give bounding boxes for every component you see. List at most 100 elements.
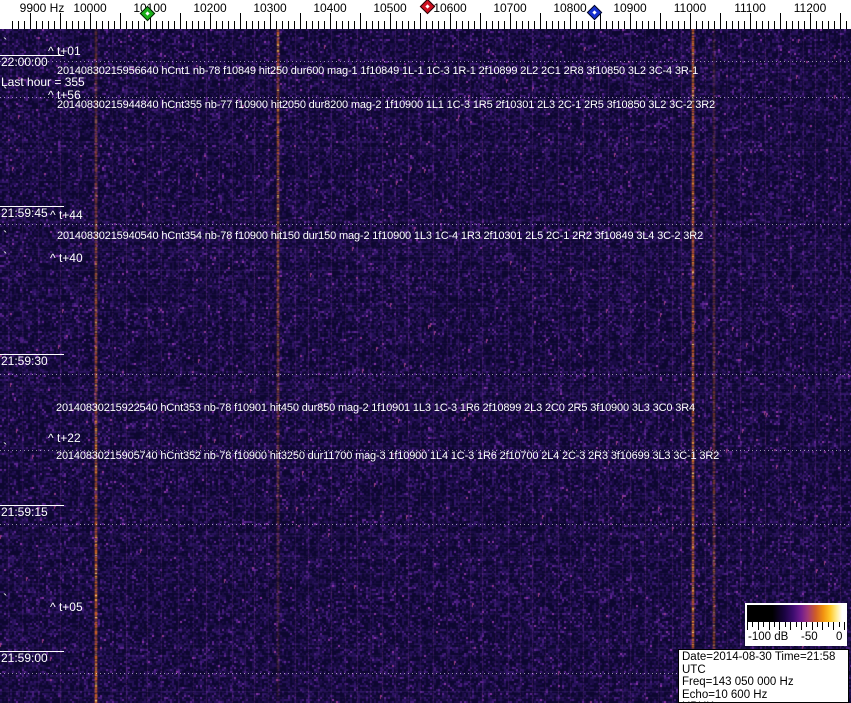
axis-tick bbox=[342, 21, 343, 29]
axis-tick bbox=[768, 21, 769, 29]
axis-tick bbox=[846, 21, 847, 29]
axis-tick bbox=[282, 21, 283, 29]
event-time-marker: ^ t+01 bbox=[48, 44, 81, 58]
axis-tick-label: 11200 bbox=[793, 1, 827, 15]
echo-trace-line bbox=[0, 61, 851, 62]
time-tick: 21:59:00 bbox=[0, 651, 64, 665]
axis-tick-label: 10900 bbox=[613, 1, 647, 15]
axis-tick-label: 10500 bbox=[373, 1, 407, 15]
detection-log-line: 20140830215944840 hCnt355 nb-77 f10900 h… bbox=[57, 99, 715, 111]
axis-tick bbox=[612, 21, 613, 29]
axis-tick bbox=[372, 21, 373, 29]
axis-tick bbox=[558, 21, 559, 29]
axis-tick bbox=[630, 13, 631, 29]
axis-tick bbox=[564, 21, 565, 29]
axis-tick bbox=[156, 21, 157, 29]
detection-log-line: 20140830215956640 hCnt1 nb-78 f10849 hit… bbox=[57, 65, 699, 77]
axis-tick-label: 10700 bbox=[493, 1, 527, 15]
axis-tick bbox=[486, 21, 487, 29]
axis-tick bbox=[780, 13, 781, 29]
colorbar-tick bbox=[790, 622, 792, 630]
axis-tick bbox=[804, 21, 805, 29]
colorbar-mid-label: -50 bbox=[801, 631, 818, 643]
axis-tick bbox=[294, 21, 295, 29]
axis-tick bbox=[786, 21, 787, 29]
axis-tick bbox=[738, 21, 739, 29]
axis-tick bbox=[246, 21, 247, 29]
axis-tick bbox=[696, 21, 697, 29]
axis-tick bbox=[270, 13, 271, 29]
axis-tick bbox=[600, 13, 601, 29]
event-time-marker: ^ t+22 bbox=[48, 431, 81, 445]
axis-tick bbox=[18, 21, 19, 29]
marker-center-dot bbox=[145, 11, 150, 16]
colorbar-tick bbox=[817, 622, 819, 627]
axis-tick bbox=[396, 21, 397, 29]
axis-tick bbox=[672, 21, 673, 29]
axis-tick bbox=[114, 21, 115, 29]
axis-tick bbox=[210, 13, 211, 29]
time-tick: 21:59:15 bbox=[0, 505, 64, 519]
observation-info-box: Date=2014-08-30 Time=21:58 UTC Freq=143 … bbox=[678, 649, 849, 703]
line-start-tick: ` bbox=[3, 249, 8, 264]
axis-tick-label: 11100 bbox=[734, 1, 766, 15]
axis-tick bbox=[468, 21, 469, 29]
axis-tick bbox=[534, 21, 535, 29]
axis-tick bbox=[354, 21, 355, 29]
colorbar-tick bbox=[827, 622, 829, 627]
axis-tick bbox=[504, 21, 505, 29]
axis-tick bbox=[756, 21, 757, 29]
axis-tick bbox=[444, 21, 445, 29]
colorbar-labels: -100 dB -50 0 bbox=[745, 631, 847, 646]
axis-tick bbox=[594, 21, 595, 29]
echo-trace-line bbox=[0, 524, 851, 525]
axis-tick bbox=[54, 21, 55, 29]
axis-tick bbox=[810, 13, 811, 29]
axis-tick bbox=[660, 13, 661, 29]
axis-tick-label: 10600 bbox=[433, 1, 467, 15]
axis-tick bbox=[318, 21, 319, 29]
marker-center-dot bbox=[425, 4, 430, 9]
colorbar-tick bbox=[833, 622, 835, 630]
axis-tick bbox=[726, 21, 727, 29]
axis-tick bbox=[588, 21, 589, 29]
axis-tick bbox=[24, 21, 25, 29]
axis-tick bbox=[462, 21, 463, 29]
axis-tick bbox=[510, 13, 511, 29]
axis-tick bbox=[144, 21, 145, 29]
axis-tick bbox=[438, 21, 439, 29]
axis-tick bbox=[78, 21, 79, 29]
event-time-marker: ^ t+05 bbox=[50, 600, 83, 614]
axis-tick bbox=[498, 21, 499, 29]
axis-tick bbox=[618, 21, 619, 29]
axis-tick bbox=[654, 21, 655, 29]
info-echo-line: Echo=10 600 Hz bbox=[682, 688, 768, 701]
axis-tick bbox=[168, 21, 169, 29]
axis-tick-label: 10300 bbox=[253, 1, 287, 15]
axis-tick bbox=[816, 21, 817, 29]
colorbar-ticks bbox=[747, 622, 845, 631]
colorbar-tick bbox=[779, 622, 781, 630]
axis-tick bbox=[204, 21, 205, 29]
axis-tick bbox=[198, 21, 199, 29]
colorbar-tick bbox=[795, 622, 797, 627]
axis-tick bbox=[348, 21, 349, 29]
axis-tick bbox=[108, 21, 109, 29]
axis-tick bbox=[174, 21, 175, 29]
colorbar-tick bbox=[752, 622, 754, 627]
colorbar-tick bbox=[822, 622, 824, 630]
axis-tick bbox=[540, 13, 541, 29]
axis-tick bbox=[528, 21, 529, 29]
axis-tick bbox=[288, 21, 289, 29]
axis-tick bbox=[492, 21, 493, 29]
axis-tick bbox=[576, 21, 577, 29]
axis-tick bbox=[522, 21, 523, 29]
axis-tick bbox=[228, 21, 229, 29]
axis-tick bbox=[762, 21, 763, 29]
axis-tick bbox=[312, 21, 313, 29]
axis-tick bbox=[360, 13, 361, 29]
axis-tick bbox=[840, 13, 841, 29]
axis-tick bbox=[36, 21, 37, 29]
time-label: 21:59:15 bbox=[1, 505, 48, 519]
axis-tick bbox=[336, 21, 337, 29]
